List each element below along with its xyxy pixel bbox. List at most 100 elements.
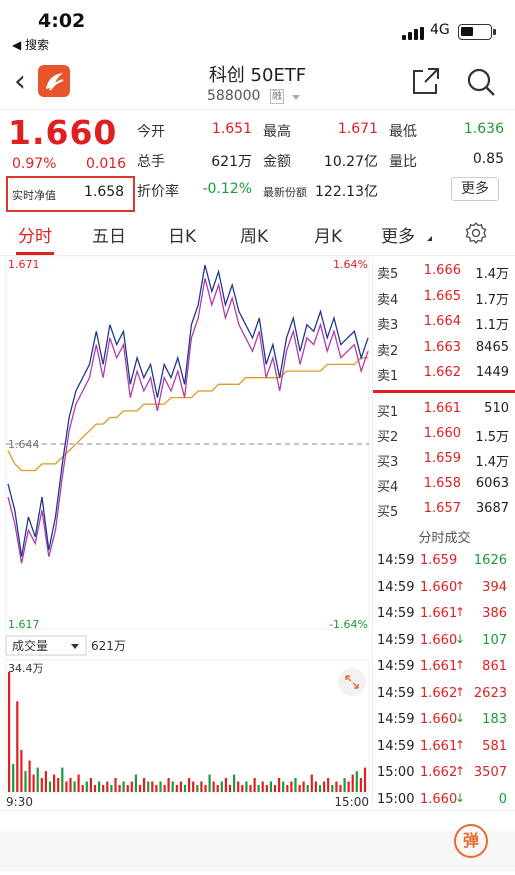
tick-volume: 394 [482,579,507,595]
bid-row[interactable]: 买3 1.659 1.4万 [373,447,515,472]
tick-row: 14:59 1.661 ↑ 581 [373,734,515,760]
volume-bar [159,781,162,792]
chevron-down-icon[interactable] [292,95,300,100]
danmu-button[interactable]: 弹 [454,824,488,858]
volume-bar [171,781,174,792]
tick-price: 1.660 [420,632,458,648]
tick-row: 15:00 1.660 ↓ 0 [373,787,515,813]
bottom-bar: 弹 [0,810,515,875]
volume-bar [143,778,146,792]
volume-value: 621万 [211,154,252,170]
chart-tabs: 分时 五日 日K 周K 月K 更多 [0,212,515,256]
volume-ratio-value: 0.85 [472,151,504,167]
tick-direction-icon: ↑ [455,658,466,672]
field-label: 金额 [263,154,291,170]
volume-bar [130,781,133,792]
volume-bar [228,785,232,792]
tick-volume: 386 [482,606,507,621]
pct-low-label: -1.64% [329,618,368,631]
ask-volume: 1.1万 [475,318,509,333]
expand-icon[interactable] [338,668,366,696]
tab-five-day[interactable]: 五日 [92,222,126,247]
ask-row[interactable]: 卖1 1.662 1449 [373,361,515,386]
volume-bar [81,785,84,792]
bid-price: 1.660 [423,426,461,441]
low-value: 1.636 [463,121,504,137]
search-icon[interactable] [466,67,496,97]
tick-price: 1.661 [420,738,458,754]
bid-level-label: 买5 [377,505,399,520]
tick-title: 分时成交 [418,531,471,546]
volume-bar [331,785,334,792]
volume-bar [200,781,203,792]
tick-price: 1.661 [420,606,458,621]
volume-bar [20,750,23,792]
tab-more[interactable]: 更多 [381,222,415,247]
tick-price: 1.662 [420,765,458,780]
open-value: 1.651 [211,121,252,137]
volume-bar [147,781,150,792]
ask-row[interactable]: 卖3 1.664 1.1万 [373,310,515,335]
volume-bar [290,781,293,792]
tick-row: 14:59 1.660 ↓ 183 [373,707,515,733]
more-button[interactable]: 更多 [451,177,499,201]
tab-monthly-k[interactable]: 月K [314,222,342,247]
volume-bar [224,778,227,792]
ask-level-label: 卖4 [377,292,399,308]
volume-bar [32,774,35,792]
margin-badge: 融 [270,89,284,104]
volume-bar [220,781,223,792]
volume-bar [363,767,367,792]
field-label: 总手 [137,154,165,170]
volume-bar [183,785,187,792]
ask-level-label: 卖2 [377,343,399,359]
tick-time: 14:59 [377,606,415,621]
gear-icon[interactable] [464,221,488,245]
ask-volume: 1.7万 [475,292,509,308]
ask-row[interactable]: 卖2 1.663 8465 [373,336,515,361]
volume-bar [249,785,252,792]
intraday-chart[interactable]: 1.671 1.617 1.64% -1.64% 1.644 成交量 621万 … [0,256,372,809]
tab-weekly-k[interactable]: 周K [240,222,268,247]
ask-row[interactable]: 卖5 1.666 1.4万 [373,259,515,284]
quote-panel: 1.660 0.97% 0.016 实时净值 1.658 今开 1.651 最高… [0,111,515,212]
tick-direction-icon: ↑ [455,605,466,619]
tick-price: 1.662 [420,685,458,701]
volume-bar [138,785,142,792]
bid-volume: 1.5万 [475,430,509,445]
bid-row[interactable]: 买1 1.661 510 [373,397,515,422]
tab-daily-k[interactable]: 日K [168,222,196,247]
ask-price: 1.665 [423,288,461,304]
bid-volume: 6063 [475,476,509,491]
volume-bar [102,785,105,792]
bid-level-label: 买1 [377,405,399,420]
tick-time: 14:59 [377,579,415,595]
volume-total: 621万 [91,639,126,653]
volume-bar [273,785,277,792]
bid-row[interactable]: 买4 1.658 6063 [373,472,515,497]
tick-time: 14:59 [377,712,415,727]
volume-bar [163,785,166,792]
volume-bar [57,778,60,792]
volume-bar [110,785,113,792]
tick-row: 14:59 1.660 ↓ 107 [373,628,515,654]
volume-bar [65,781,68,792]
security-code[interactable]: 588000 [207,88,260,104]
tick-volume: 183 [482,712,507,727]
volume-bar [77,774,80,792]
bid-row[interactable]: 买2 1.660 1.5万 [373,422,515,447]
volume-bar [335,781,338,792]
back-to-search-link[interactable]: ◀ 搜索 [12,36,49,53]
comment-input-bar[interactable] [0,831,515,871]
bid-row[interactable]: 买5 1.657 3687 [373,497,515,522]
tick-price: 1.660 [420,579,458,595]
share-icon[interactable] [412,67,440,95]
ask-volume: 8465 [475,339,509,355]
ask-level-label: 卖1 [377,369,399,384]
tab-intraday[interactable]: 分时 [18,222,52,247]
volume-bar [204,785,207,792]
volume-bar [167,778,170,792]
ask-row[interactable]: 卖4 1.665 1.7万 [373,285,515,310]
volume-bar [114,778,117,792]
volume-bar [237,781,240,792]
